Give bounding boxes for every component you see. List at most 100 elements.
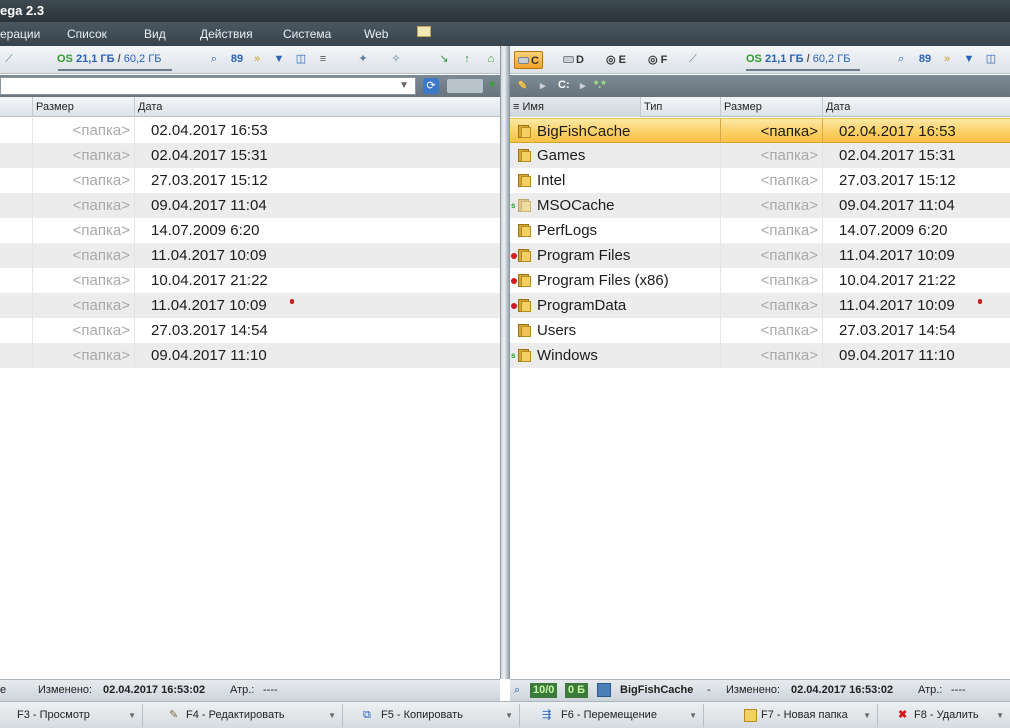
drive-d-button[interactable]: D bbox=[560, 51, 587, 69]
tools-icon-2[interactable]: ✧ bbox=[389, 53, 403, 66]
search-icon[interactable]: ⌕ bbox=[894, 53, 908, 66]
up-icon[interactable]: ↑ bbox=[460, 53, 474, 66]
home-icon[interactable]: ⌂ bbox=[484, 53, 498, 66]
list-item[interactable]: Games <папка> 02.04.2017 15:31 bbox=[510, 143, 1010, 168]
column-type[interactable]: Тип bbox=[640, 97, 720, 117]
menu-system[interactable]: Система bbox=[283, 27, 331, 41]
item-size: <папка> bbox=[760, 322, 818, 339]
menu-web[interactable]: Web bbox=[364, 27, 388, 41]
item-name: ProgramData bbox=[537, 297, 627, 314]
list-item[interactable]: <папка> 11.04.2017 10:09 bbox=[0, 293, 500, 318]
double-arrow-icon[interactable]: » bbox=[250, 53, 264, 66]
list-item[interactable]: <папка> 14.07.2009 6:20 bbox=[0, 218, 500, 243]
f3-view-button[interactable]: F3 - Просмотр ▼ bbox=[0, 704, 143, 727]
chevron-down-icon[interactable]: ▼ bbox=[505, 704, 513, 727]
grid-89-icon[interactable]: 89 bbox=[230, 53, 244, 66]
menu-operations[interactable]: ерации bbox=[0, 27, 40, 41]
grid-89-icon[interactable]: 89 bbox=[918, 53, 932, 66]
drive-f-button[interactable]: ◎ F bbox=[645, 51, 670, 69]
list-item[interactable]: <папка> 09.04.2017 11:04 bbox=[0, 193, 500, 218]
folder-icon[interactable] bbox=[417, 26, 431, 37]
status-marker bbox=[290, 299, 294, 304]
right-free-space[interactable]: OS 21,1 ГБ / 60,2 ГБ bbox=[746, 53, 850, 65]
list-item[interactable]: <папка> 09.04.2017 11:10 bbox=[0, 343, 500, 368]
f5-copy-button[interactable]: ⧉ F5 - Копировать ▼ bbox=[343, 704, 520, 727]
divider bbox=[134, 118, 135, 143]
item-size: <папка> bbox=[72, 272, 130, 289]
item-date: 27.03.2017 14:54 bbox=[839, 322, 956, 339]
network-icon[interactable]: ⟋ bbox=[2, 53, 16, 66]
edit-icon[interactable]: ✎ bbox=[518, 79, 527, 92]
item-date: 27.03.2017 15:12 bbox=[839, 172, 956, 189]
list-item[interactable]: <папка> 27.03.2017 14:54 bbox=[0, 318, 500, 343]
list-item[interactable]: s MSOCache <папка> 09.04.2017 11:04 bbox=[510, 193, 1010, 218]
view-icon[interactable]: ◫ bbox=[294, 53, 308, 66]
menu-actions[interactable]: Действия bbox=[200, 27, 253, 41]
search-icon[interactable]: ⌕ bbox=[514, 684, 520, 697]
item-name: Windows bbox=[537, 347, 598, 364]
chevron-down-icon[interactable]: ▼ bbox=[863, 704, 871, 727]
f7-new-folder-button[interactable]: F7 - Новая папка ▼ bbox=[704, 704, 878, 727]
list-item[interactable]: Intel <папка> 27.03.2017 15:12 bbox=[510, 168, 1010, 193]
column-date[interactable]: Дата bbox=[822, 97, 1010, 117]
search-icon[interactable]: ⌕ bbox=[207, 53, 221, 66]
item-name: Users bbox=[537, 322, 577, 339]
list-item[interactable]: <папка> 27.03.2017 15:12 bbox=[0, 168, 500, 193]
left-path-dropdown[interactable]: ▼ bbox=[0, 77, 416, 95]
path-mask[interactable]: *.* bbox=[594, 79, 606, 91]
menu-list[interactable]: Список bbox=[67, 27, 107, 41]
panel-splitter[interactable] bbox=[500, 46, 510, 679]
filter-icon[interactable]: ▼ bbox=[962, 53, 976, 66]
divider bbox=[32, 218, 33, 243]
list-item[interactable]: ProgramData <папка> 11.04.2017 10:09 bbox=[510, 293, 1010, 318]
f4-edit-button[interactable]: ✎ F4 - Редактировать ▼ bbox=[143, 704, 343, 727]
item-name: Program Files (x86) bbox=[537, 272, 669, 289]
list-item-selected[interactable]: BigFishCache <папка> 02.04.2017 16:53 bbox=[510, 118, 1010, 144]
list-item[interactable]: Program Files (x86) <папка> 10.04.2017 2… bbox=[510, 268, 1010, 293]
list-item[interactable]: s Windows <папка> 09.04.2017 11:10 bbox=[510, 343, 1010, 368]
column-size[interactable]: Размер bbox=[720, 97, 822, 117]
refresh-icon[interactable]: ⟳ bbox=[423, 78, 439, 94]
column-name[interactable]: ≡ Имя bbox=[510, 97, 640, 117]
f8-delete-button[interactable]: ✖ F8 - Удалить ▼ bbox=[878, 704, 1010, 727]
right-path-bar: ✎ ▸ C: ▸ *.* bbox=[510, 75, 1010, 97]
nav-dropdown-icon[interactable]: ▼ bbox=[487, 80, 497, 91]
drive-c-button[interactable]: C bbox=[514, 51, 543, 69]
green-arrow-icon[interactable]: ↘ bbox=[437, 53, 451, 66]
network-icon[interactable]: ⟋ bbox=[686, 53, 700, 66]
tools-icon[interactable]: ✦ bbox=[356, 53, 370, 66]
view-icon[interactable]: ◫ bbox=[984, 53, 998, 66]
item-size: <папка> bbox=[760, 347, 818, 364]
copy-icon: ⧉ bbox=[363, 709, 371, 721]
list-item[interactable]: <папка> 02.04.2017 16:53 bbox=[0, 118, 500, 143]
chevron-down-icon[interactable]: ▼ bbox=[128, 704, 136, 727]
filter-icon[interactable]: ▼ bbox=[272, 53, 286, 66]
f6-move-button[interactable]: ⇶ F6 - Перемещение ▼ bbox=[520, 704, 704, 727]
attr-value: ---- bbox=[263, 684, 278, 696]
column-date[interactable]: Дата bbox=[134, 97, 500, 117]
chevron-down-icon[interactable]: ▼ bbox=[689, 704, 697, 727]
chevron-down-icon[interactable]: ▼ bbox=[328, 704, 336, 727]
left-free-space[interactable]: OS 21,1 ГБ / 60,2 ГБ bbox=[57, 53, 161, 65]
chevron-down-icon[interactable]: ▼ bbox=[399, 80, 409, 91]
path-drive[interactable]: C: bbox=[558, 79, 570, 91]
list-item[interactable]: <папка> 11.04.2017 10:09 bbox=[0, 243, 500, 268]
list-item[interactable]: Users <папка> 27.03.2017 14:54 bbox=[510, 318, 1010, 343]
item-date: 11.04.2017 10:09 bbox=[151, 297, 267, 314]
divider bbox=[134, 168, 135, 193]
divider bbox=[134, 293, 135, 318]
list-icon[interactable]: ≡ bbox=[316, 53, 330, 66]
double-arrow-icon[interactable]: » bbox=[940, 53, 954, 66]
chevron-down-icon[interactable]: ▼ bbox=[996, 704, 1004, 727]
folder-icon bbox=[518, 274, 531, 287]
divider bbox=[32, 118, 33, 143]
history-buttons[interactable] bbox=[447, 79, 483, 93]
item-size: <папка> bbox=[760, 272, 818, 289]
list-item[interactable]: PerfLogs <папка> 14.07.2009 6:20 bbox=[510, 218, 1010, 243]
drive-e-button[interactable]: ◎ E bbox=[603, 51, 629, 69]
column-size[interactable]: Размер bbox=[32, 97, 134, 117]
list-item[interactable]: <папка> 02.04.2017 15:31 bbox=[0, 143, 500, 168]
list-item[interactable]: Program Files <папка> 11.04.2017 10:09 bbox=[510, 243, 1010, 268]
list-item[interactable]: <папка> 10.04.2017 21:22 bbox=[0, 268, 500, 293]
menu-view[interactable]: Вид bbox=[144, 27, 166, 41]
